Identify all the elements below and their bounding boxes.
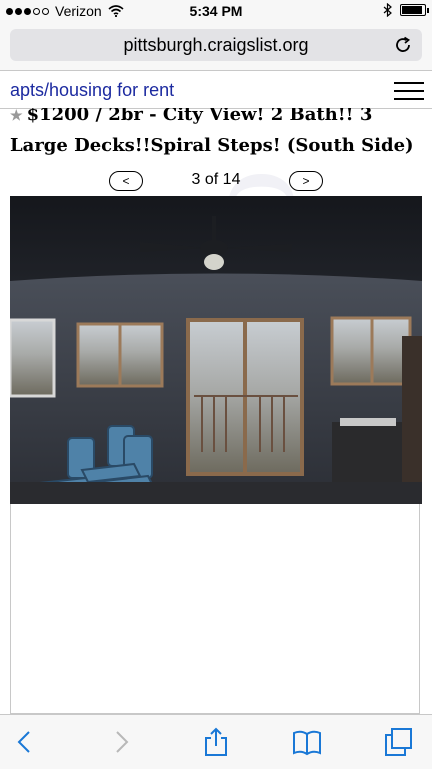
reload-icon[interactable] (392, 34, 414, 56)
listing-photo[interactable] (10, 196, 422, 504)
back-icon[interactable] (10, 727, 40, 757)
previous-image-button[interactable]: < (109, 171, 143, 191)
left-window (10, 320, 54, 396)
bookmarks-icon[interactable] (292, 727, 322, 757)
menu-icon[interactable] (394, 82, 424, 100)
image-count: 3 of 14 (191, 171, 241, 188)
status-time: 5:34 PM (189, 3, 243, 19)
tabs-icon[interactable] (383, 727, 413, 757)
posting-title: ★ $1200 / 2br - City View! 2 Bath!! 3 Lar… (10, 108, 420, 161)
posting-content: craigslist ★$1200 / 2br - City View! 2 B… (0, 108, 432, 714)
status-right (383, 3, 429, 17)
photo-frame-blank (10, 504, 420, 714)
bluetooth-icon (383, 3, 392, 17)
browser-toolbar (0, 714, 432, 769)
address-bar[interactable]: pittsburgh.craigslist.org (10, 29, 422, 61)
share-icon[interactable] (201, 727, 231, 757)
status-bar: Verizon 5:34 PM (0, 0, 432, 24)
section-link[interactable]: apts/housing for rent (10, 80, 174, 101)
battery-icon (400, 4, 429, 16)
favorite-star-icon[interactable]: ★ (10, 108, 23, 124)
url-text[interactable]: pittsburgh.craigslist.org (10, 35, 422, 56)
posting-title-text: $1200 / 2br - City View! 2 Bath!! 3 Larg… (10, 108, 414, 156)
forward-icon[interactable] (106, 727, 136, 757)
next-image-button[interactable]: > (289, 171, 323, 191)
image-pager: 3 of 14 < > (0, 171, 432, 193)
page-header: apts/housing for rent (0, 71, 432, 109)
browser-address-area: pittsburgh.craigslist.org (0, 24, 432, 71)
